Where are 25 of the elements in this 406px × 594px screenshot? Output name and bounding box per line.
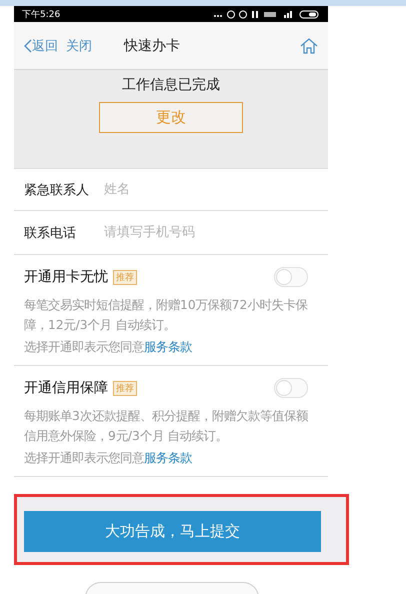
service-description: 每笔交易实时短信提醒，附赠10万保额72小时失卡保障，12元/3个月 自动续订。 xyxy=(24,297,308,334)
back-link[interactable]: 返回 xyxy=(32,36,58,54)
service-description: 每期账单3次还款提醒、积分提醒，附赠欠款等值保额信用意外保险，9元/3个月 自动续订。 xyxy=(24,408,309,445)
toggle-switch[interactable] xyxy=(274,267,308,287)
recommend-badge: 推荐 xyxy=(113,380,137,396)
edit-button[interactable]: 更改 xyxy=(99,102,243,133)
field-label: 联系电话 xyxy=(24,224,77,242)
service-title: 开通用卡无忧 xyxy=(24,268,108,286)
terms-link[interactable]: 服务条款 xyxy=(144,340,192,354)
field-label: 紧急联系人 xyxy=(24,182,90,198)
toggle-switch[interactable] xyxy=(274,378,308,398)
recommend-badge: 推荐 xyxy=(113,270,137,284)
input-field[interactable]: 请填写手机号码 xyxy=(102,224,318,241)
agreement-text: 选择开通即表示您同意服务条款 xyxy=(24,339,193,356)
input-field[interactable]: 姓名 xyxy=(102,181,318,198)
page-title: 快速办卡 xyxy=(124,36,181,54)
back-chevron-icon[interactable] xyxy=(24,38,32,52)
home-icon[interactable] xyxy=(300,38,318,54)
service-title: 开通信用保障 xyxy=(24,379,108,397)
submit-button[interactable]: 大功告成，马上提交 xyxy=(24,511,321,552)
agreement-text: 选择开通即表示您同意服务条款 xyxy=(24,450,193,467)
status-time: 下午5:26 xyxy=(22,8,60,20)
status-message: 工作信息已完成 xyxy=(122,76,220,94)
terms-link[interactable]: 服务条款 xyxy=(144,451,192,465)
close-link[interactable]: 关闭 xyxy=(66,36,92,54)
